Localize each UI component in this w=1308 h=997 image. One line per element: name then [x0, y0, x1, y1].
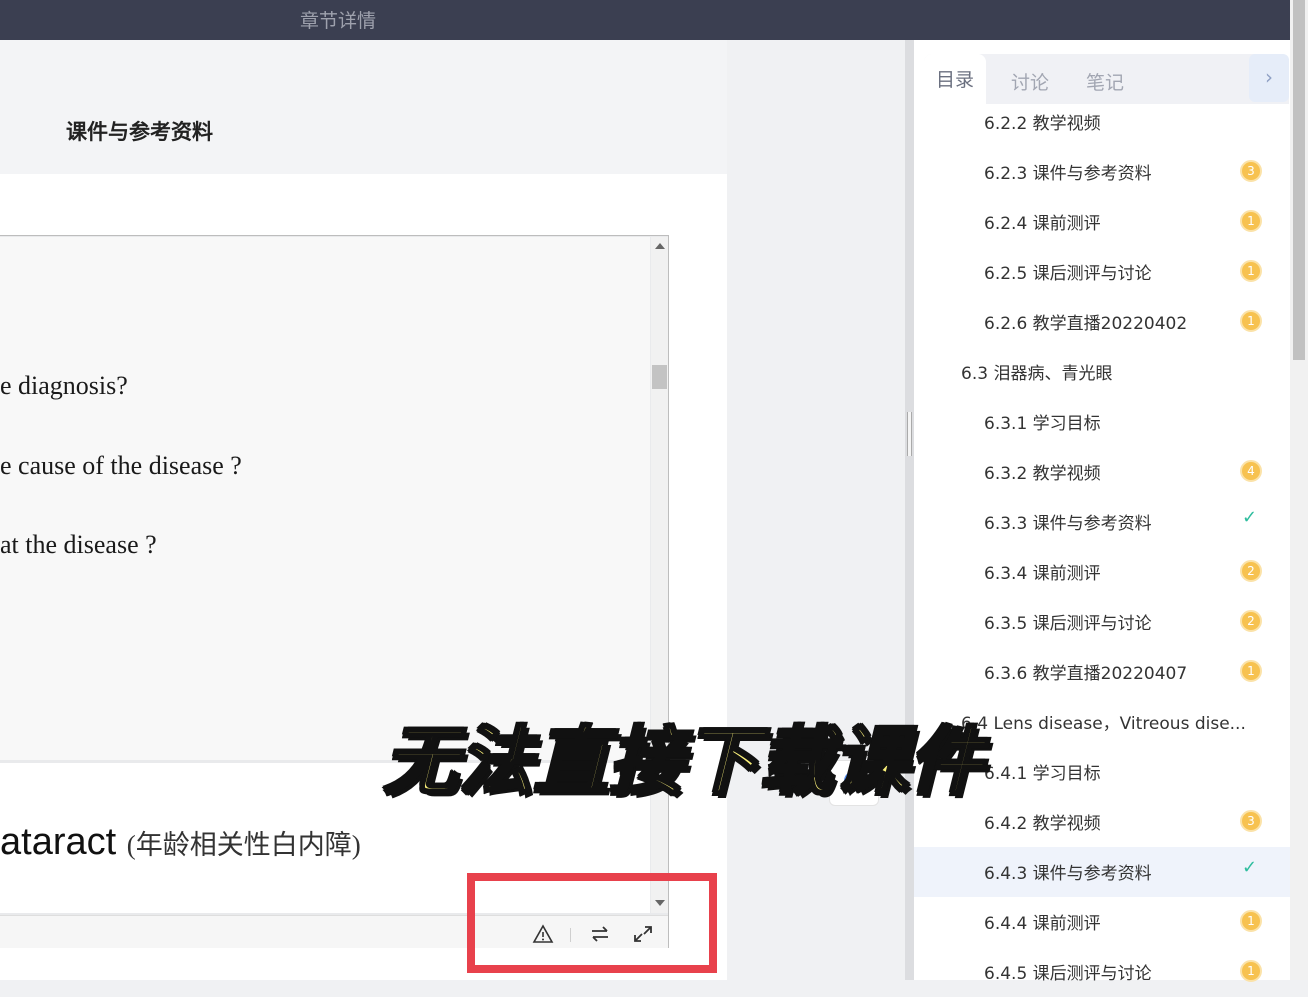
- toc-item-label: 6.4.5 课后测评与讨论: [984, 964, 1152, 984]
- toc-item-label: 6.2.5 课后测评与讨论: [984, 264, 1152, 284]
- scroll-up-arrow-icon[interactable]: [655, 243, 665, 249]
- tab-notes[interactable]: 笔记: [1086, 68, 1124, 95]
- section-heading: 课件与参考资料: [66, 120, 213, 144]
- count-badge: 1: [1240, 910, 1262, 932]
- toc-item[interactable]: 6.3.3 课件与参考资料 ✓: [914, 497, 1290, 547]
- checkmark-icon: ✓: [1242, 857, 1258, 878]
- toc-item-label: 6.2.4 课前测评: [984, 214, 1101, 234]
- toc-item[interactable]: 6.3.4 课前测评 2: [914, 547, 1290, 597]
- toc-item-label: 6.4.2 教学视频: [984, 814, 1101, 834]
- toc-item-label: 6.3.5 课后测评与讨论: [984, 614, 1152, 634]
- count-badge: 1: [1240, 310, 1262, 332]
- toc-item-label: 6.3.1 学习目标: [984, 414, 1101, 434]
- toc-item-label: 6.3 泪器病、青光眼: [961, 364, 1113, 384]
- slide-question: e diagnosis?: [0, 371, 128, 400]
- toc-item[interactable]: 6.2.2 教学视频: [914, 97, 1290, 147]
- toc-item[interactable]: 6.4.3 课件与参考资料 ✓: [914, 847, 1290, 897]
- slide-title-en: ataract: [0, 821, 117, 863]
- page-scroll-thumb[interactable]: [1293, 0, 1305, 360]
- section-header: 课件与参考资料: [0, 40, 727, 174]
- count-badge: 1: [1240, 210, 1262, 232]
- viewer-scroll-thumb[interactable]: [652, 365, 667, 389]
- count-badge: 2: [1240, 610, 1262, 632]
- toc-item-label: 6.2.3 课件与参考资料: [984, 164, 1152, 184]
- video-caption: 无法直接下载课件: [383, 718, 985, 807]
- page-title: 章节详情: [300, 10, 377, 32]
- count-badge: 1: [1240, 260, 1262, 282]
- toc-item[interactable]: 6.3.5 课后测评与讨论 2: [914, 597, 1290, 647]
- count-badge: 3: [1240, 810, 1262, 832]
- toc-item[interactable]: 6.2.6 教学直播20220402 1: [914, 297, 1290, 347]
- checkmark-icon: ✓: [1242, 507, 1258, 528]
- toc-item-label: 6.3.2 教学视频: [984, 464, 1101, 484]
- slide-title-text: ataract (年龄相关性白内障): [0, 821, 361, 864]
- toc-item-label: 6.3.4 课前测评: [984, 564, 1101, 584]
- tab-discussion[interactable]: 讨论: [1011, 68, 1049, 95]
- count-badge: 1: [1240, 660, 1262, 682]
- toc-item-label: 6.3.3 课件与参考资料: [984, 514, 1152, 534]
- toc-item[interactable]: 6.2.4 课前测评 1: [914, 197, 1290, 247]
- slide-question: at the disease ?: [0, 530, 157, 559]
- count-badge: 4: [1240, 460, 1262, 482]
- toc-item[interactable]: 6.2.3 课件与参考资料 3: [914, 147, 1290, 197]
- toc-item[interactable]: 6.2.5 课后测评与讨论 1: [914, 247, 1290, 297]
- toc-item-label: 6.4.1 学习目标: [984, 764, 1101, 784]
- count-badge: 1: [1240, 960, 1262, 982]
- slide-title-cn: (年龄相关性白内障): [126, 830, 361, 860]
- count-badge: 2: [1240, 560, 1262, 582]
- panel-splitter[interactable]: [905, 40, 914, 980]
- splitter-handle[interactable]: [907, 412, 912, 456]
- toc-item-label: 6.4 Lens disease，Vitreous dise...: [961, 714, 1246, 734]
- viewer-scrollbar[interactable]: [651, 237, 668, 913]
- slide-questions: e diagnosis? e cause of the disease ? at…: [0, 237, 650, 760]
- toc-item-label: 6.2.6 教学直播20220402: [984, 314, 1188, 334]
- toc-item[interactable]: 6.3.2 教学视频 4: [914, 447, 1290, 497]
- toc-item-label: 6.4.4 课前测评: [984, 914, 1101, 934]
- highlight-box: [467, 873, 717, 973]
- toc-item[interactable]: 6.3.1 学习目标: [914, 397, 1290, 447]
- toc-item-label: 6.2.2 教学视频: [984, 114, 1101, 134]
- count-badge: 3: [1240, 160, 1262, 182]
- toc-item[interactable]: 6.3 泪器病、青光眼: [914, 347, 1290, 397]
- chevron-right-icon[interactable]: ›: [1249, 54, 1289, 102]
- toc-item-label: 6.3.6 教学直播20220407: [984, 664, 1188, 684]
- toc-item[interactable]: 6.4.4 课前测评 1: [914, 897, 1290, 947]
- toc-item-label: 6.4.3 课件与参考资料: [984, 864, 1152, 884]
- toc-item[interactable]: 6.4.5 课后测评与讨论 1: [914, 947, 1290, 997]
- top-bar: 章节详情: [0, 0, 1290, 40]
- toc-item[interactable]: 6.3.6 教学直播20220407 1: [914, 647, 1290, 697]
- slide-question: e cause of the disease ?: [0, 451, 242, 480]
